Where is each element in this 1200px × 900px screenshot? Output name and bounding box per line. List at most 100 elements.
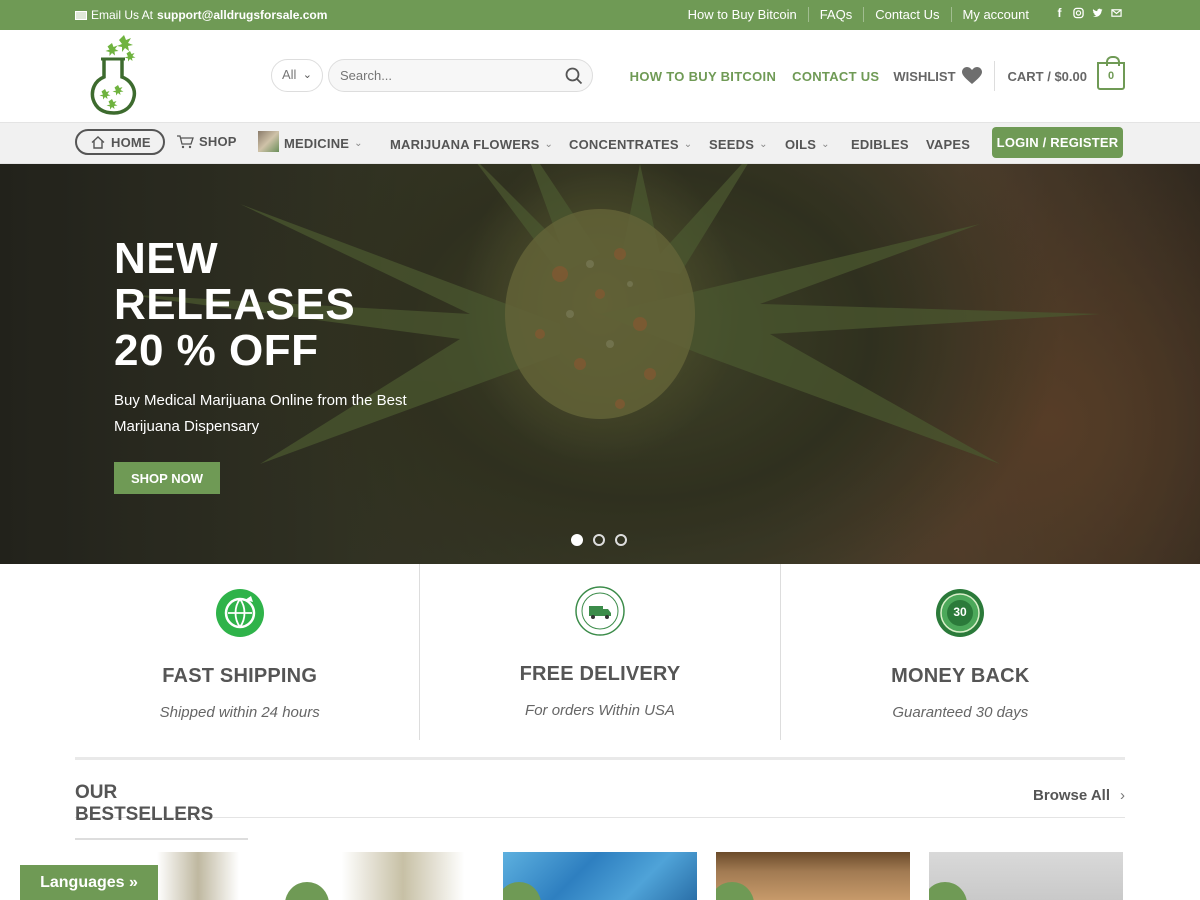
chevron-right-icon: › (1120, 787, 1125, 804)
header-nav: HOW TO BUY BITCOIN CONTACT US WISHLIST C… (630, 56, 1125, 96)
product-card[interactable] (503, 852, 697, 900)
product-row (75, 852, 1125, 900)
email-contact: Email Us At support@alldrugsforsale.com (75, 8, 327, 22)
category-select[interactable]: All ⌄ (271, 59, 323, 92)
feature-money-back: 30 MONEY BACK Guaranteed 30 days (779, 564, 1140, 740)
nav-oils-label: OILS (785, 137, 817, 152)
top-links: How to Buy Bitcoin FAQs Contact Us My ac… (677, 7, 1040, 22)
how-to-buy-bitcoin-link[interactable]: HOW TO BUY BITCOIN (630, 69, 776, 84)
top-link-contact[interactable]: Contact Us (863, 7, 950, 22)
feature-subtitle: For orders Within USA (525, 702, 675, 719)
sale-badge (285, 882, 329, 900)
svg-text:30: 30 (954, 605, 968, 619)
slider-dots (571, 534, 627, 546)
nav-medicine-label: MEDICINE (284, 135, 350, 151)
nav-shop[interactable]: SHOP (177, 134, 237, 149)
feature-title: MONEY BACK (891, 665, 1030, 687)
feature-title: FREE DELIVERY (519, 663, 681, 685)
email-icon[interactable] (1111, 7, 1122, 19)
cart-count-badge: 0 (1097, 56, 1125, 90)
languages-button[interactable]: Languages » (20, 865, 158, 900)
sale-badge (503, 882, 541, 900)
top-link-faqs[interactable]: FAQs (807, 7, 864, 22)
30-days-badge-icon: 30 (936, 589, 985, 637)
home-icon (91, 135, 105, 149)
feature-fast-shipping: FAST SHIPPING Shipped within 24 hours (60, 564, 419, 740)
section-divider (75, 757, 1125, 760)
cart-total: CART / $0.00 (1007, 68, 1087, 84)
slider-dot-2[interactable] (593, 534, 605, 546)
bestsellers-header: OUR BESTSELLERS Browse All › (75, 782, 1125, 840)
browse-all-label: Browse All (1033, 787, 1110, 804)
twitter-icon[interactable] (1092, 7, 1103, 19)
wishlist-label: WISHLIST (893, 68, 956, 84)
hero-slider: NEW RELEASES 20 % OFF Buy Medical Mariju… (0, 164, 1200, 564)
chevron-down-icon: ⌄ (354, 137, 363, 149)
hero-title-line-3: 20 % OFF (114, 326, 319, 375)
sale-badge (929, 882, 967, 900)
top-link-bitcoin[interactable]: How to Buy Bitcoin (677, 7, 808, 22)
hero-title-line-2: RELEASES (114, 280, 356, 329)
hero-content: NEW RELEASES 20 % OFF Buy Medical Mariju… (114, 236, 444, 494)
slider-dot-1[interactable] (571, 534, 583, 546)
nav-edibles-label: EDIBLES (851, 137, 909, 152)
nav-home[interactable]: HOME (75, 129, 165, 155)
instagram-icon[interactable] (1073, 7, 1084, 19)
wishlist-link[interactable]: WISHLIST (893, 67, 982, 85)
slider-dot-3[interactable] (615, 534, 627, 546)
login-register-button[interactable]: LOGIN / REGISTER (992, 127, 1123, 158)
nav-flowers-label: MARIJUANA FLOWERS (390, 137, 540, 152)
medicine-thumbnail-icon (258, 131, 279, 152)
sale-badge (716, 882, 754, 900)
feature-free-delivery: FREE DELIVERY For orders Within USA (419, 564, 779, 740)
nav-vapes-label: VAPES (926, 137, 971, 152)
cart-icon (177, 134, 194, 148)
nav-marijuana-flowers[interactable]: MARIJUANA FLOWERS ⌄ (390, 137, 553, 152)
search-bar: All ⌄ (271, 59, 593, 92)
category-select-value: All (282, 67, 297, 82)
nav-concentrates[interactable]: CONCENTRATES ⌄ (569, 137, 692, 152)
nav-home-label: HOME (111, 134, 151, 150)
search-input[interactable] (328, 59, 593, 92)
nav-edibles[interactable]: EDIBLES (851, 137, 909, 152)
nav-vapes[interactable]: VAPES (926, 137, 970, 152)
email-address[interactable]: support@alldrugsforsale.com (157, 8, 327, 22)
top-link-account[interactable]: My account (950, 7, 1040, 22)
hero-title: NEW RELEASES 20 % OFF (114, 236, 444, 374)
facebook-icon[interactable]: f (1054, 7, 1065, 19)
nav-seeds[interactable]: SEEDS ⌄ (709, 137, 768, 152)
header: All ⌄ HOW TO BUY BITCOIN CONTACT US WISH… (0, 30, 1200, 122)
social-links: f (1054, 7, 1122, 19)
envelope-icon (75, 10, 87, 20)
email-label: Email Us At (91, 8, 154, 22)
hero-title-line-1: NEW (114, 234, 219, 283)
chevron-down-icon: ⌄ (821, 139, 830, 150)
contact-us-link[interactable]: CONTACT US (792, 69, 879, 84)
bestsellers-title: OUR BESTSELLERS (75, 782, 248, 840)
feature-subtitle: Shipped within 24 hours (159, 704, 320, 721)
chevron-down-icon: ⌄ (302, 69, 312, 81)
nav-medicine[interactable]: MEDICINE ⌄ (258, 131, 363, 152)
chevron-down-icon: ⌄ (683, 139, 693, 150)
chevron-down-icon: ⌄ (544, 139, 554, 150)
hero-subtitle: Buy Medical Marijuana Online from the Be… (114, 392, 407, 435)
header-divider (993, 61, 995, 91)
shop-now-button[interactable]: SHOP NOW (114, 462, 220, 494)
nav-concentrates-label: CONCENTRATES (569, 137, 679, 152)
browse-all-link[interactable]: Browse All › (1033, 787, 1125, 804)
product-card[interactable] (716, 852, 910, 900)
main-nav: HOME SHOP MEDICINE ⌄ MARIJUANA FLOWERS ⌄… (0, 122, 1200, 164)
cart-link[interactable]: CART / $0.00 0 (1007, 56, 1125, 90)
features-row: FAST SHIPPING Shipped within 24 hours FR… (60, 564, 1140, 740)
search-icon[interactable] (565, 67, 583, 85)
nav-seeds-label: SEEDS (709, 137, 755, 152)
feature-title: FAST SHIPPING (162, 665, 318, 687)
heart-icon (961, 67, 982, 84)
top-bar: Email Us At support@alldrugsforsale.com … (0, 0, 1200, 30)
nav-oils[interactable]: OILS ⌄ (785, 137, 830, 152)
free-delivery-truck-icon (575, 586, 625, 636)
globe-shipping-icon (215, 589, 264, 637)
site-logo[interactable] (88, 33, 140, 115)
nav-shop-label: SHOP (199, 134, 237, 149)
product-card[interactable] (929, 852, 1123, 900)
